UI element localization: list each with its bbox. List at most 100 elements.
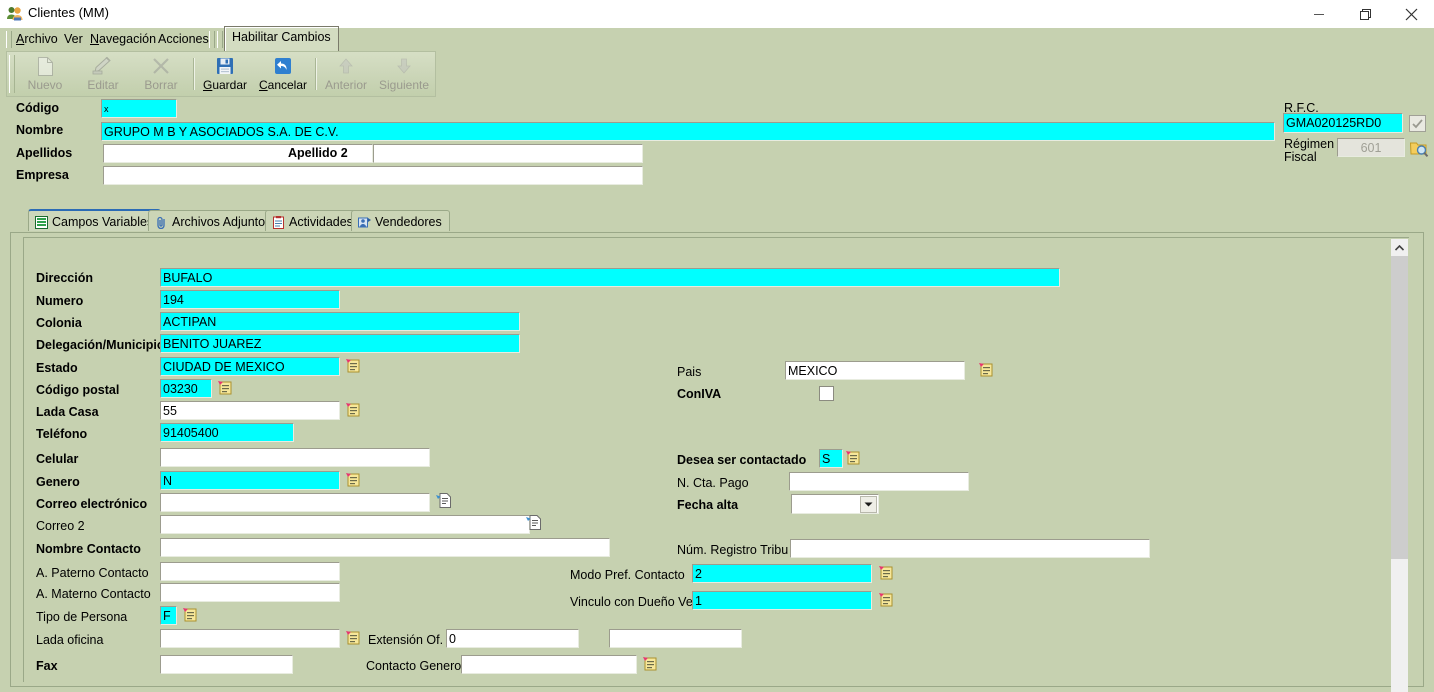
nombre-input[interactable]: GRUPO M B Y ASOCIADOS S.A. DE C.V. xyxy=(101,122,1275,141)
modo-pref-contacto-input[interactable]: 2 xyxy=(692,564,872,583)
lada-casa-lookup-icon[interactable] xyxy=(346,402,363,418)
sales-person-icon xyxy=(358,216,371,229)
vinculo-con-dueno-ve-input[interactable]: 1 xyxy=(692,591,872,610)
fax-input[interactable] xyxy=(160,655,293,674)
grid-table-icon xyxy=(35,215,48,229)
desea-ser-contactado-lookup-icon[interactable] xyxy=(846,450,863,466)
pais-input[interactable]: MEXICO xyxy=(785,361,965,380)
tab-strip: Campos Variables Archivos Adjuntos Activ… xyxy=(10,209,1424,232)
codigo-input[interactable]: x xyxy=(101,99,177,118)
colonia-label: Colonia xyxy=(36,316,82,330)
estado-input[interactable]: CIUDAD DE MEXICO xyxy=(160,357,340,376)
lada-oficina-lookup-icon[interactable] xyxy=(346,630,363,646)
toolbar-grip[interactable] xyxy=(9,55,15,93)
tab-vendedores[interactable]: Vendedores xyxy=(351,210,450,231)
editar-button[interactable]: Editar xyxy=(75,54,131,94)
numero-input[interactable]: 194 xyxy=(160,290,340,309)
undo-arrow-icon xyxy=(255,55,311,77)
correo-electronico-input[interactable] xyxy=(160,493,430,512)
tipo-de-persona-input[interactable]: F xyxy=(160,606,177,625)
vinculo-con-dueno-ve-lookup-icon[interactable] xyxy=(879,592,896,608)
minimize-icon[interactable] xyxy=(1296,0,1342,28)
telefono-input[interactable]: 91405400 xyxy=(160,423,294,442)
contacto-genero-label: Contacto Genero xyxy=(366,659,462,673)
extra-office-input[interactable] xyxy=(609,629,742,648)
num-registro-tribu-input[interactable] xyxy=(790,539,1150,558)
delete-x-icon xyxy=(133,55,189,77)
menu-ver[interactable]: Ver xyxy=(64,32,83,46)
clients-icon xyxy=(6,5,24,23)
tab-campos-variables[interactable]: Campos Variables xyxy=(28,209,162,231)
nombre-contacto-input[interactable] xyxy=(160,538,610,557)
a-materno-contacto-input[interactable] xyxy=(160,583,340,602)
genero-input[interactable]: N xyxy=(160,471,340,490)
scrollbar-thumb[interactable] xyxy=(1391,256,1408,559)
menu-archivo[interactable]: Archivo xyxy=(16,32,58,46)
cancelar-button[interactable]: Cancelar xyxy=(255,54,311,94)
correo-2-input[interactable] xyxy=(160,515,530,534)
desea-ser-contactado-input[interactable]: S xyxy=(819,449,843,468)
codigo-label: Código xyxy=(16,101,60,115)
siguiente-button[interactable]: Siguiente xyxy=(376,54,432,94)
campos-variables-panel: Dirección BUFALO Numero 194 Colonia ACTI… xyxy=(10,232,1424,692)
vertical-scrollbar[interactable] xyxy=(1391,239,1408,692)
tipo-de-persona-lookup-icon[interactable] xyxy=(183,607,200,623)
delegacion-municipio-input[interactable]: BENITO JUAREZ xyxy=(160,334,520,353)
contacto-genero-lookup-icon[interactable] xyxy=(643,656,660,672)
empresa-label: Empresa xyxy=(16,168,69,182)
fecha-alta-label: Fecha alta xyxy=(677,498,739,512)
estado-lookup-icon[interactable] xyxy=(346,358,363,374)
apellido2-input[interactable] xyxy=(373,144,643,163)
modo-pref-contacto-lookup-icon[interactable] xyxy=(879,565,896,581)
n-cta-pago-input[interactable] xyxy=(789,472,969,491)
nuevo-button[interactable]: Nuevo xyxy=(17,54,73,94)
menu-drag-grip[interactable] xyxy=(6,31,12,48)
lada-oficina-input[interactable] xyxy=(160,629,340,648)
a-paterno-contacto-input[interactable] xyxy=(160,562,340,581)
lada-casa-input[interactable]: 55 xyxy=(160,401,340,420)
menu-navegacion[interactable]: Navegación xyxy=(90,32,156,46)
window-title: Clientes (MM) xyxy=(28,5,109,20)
celular-input[interactable] xyxy=(160,448,430,467)
restore-icon[interactable] xyxy=(1342,0,1388,28)
clipboard-icon xyxy=(272,215,285,229)
chevron-down-icon[interactable] xyxy=(860,496,877,513)
apellido2-label: Apellido 2 xyxy=(288,146,348,160)
title-bar: Clientes (MM) xyxy=(0,0,1434,28)
editar-label: Editar xyxy=(87,78,119,92)
habilitar-cambios-button[interactable]: Habilitar Cambios xyxy=(224,26,339,52)
borrar-button[interactable]: Borrar xyxy=(133,54,189,94)
folder-search-icon[interactable] xyxy=(1409,139,1429,159)
colonia-input[interactable]: ACTIPAN xyxy=(160,312,520,331)
codigo-postal-lookup-icon[interactable] xyxy=(218,380,235,396)
empresa-input[interactable] xyxy=(103,166,643,185)
extension-of-input[interactable]: 0 xyxy=(446,629,579,648)
send-mail-icon[interactable] xyxy=(436,492,453,509)
arrow-down-icon xyxy=(376,55,432,77)
toolbar-drag-grip-2[interactable] xyxy=(217,31,223,48)
nombre-contacto-label: Nombre Contacto xyxy=(36,542,141,556)
telefono-label: Teléfono xyxy=(36,427,88,441)
pais-lookup-icon[interactable] xyxy=(979,362,996,378)
rfc-checkbox[interactable] xyxy=(1409,115,1426,132)
codigo-postal-input[interactable]: 03230 xyxy=(160,379,212,398)
modo-pref-contacto-label: Modo Pref. Contacto xyxy=(570,568,685,582)
direccion-input[interactable]: BUFALO xyxy=(160,268,1060,287)
lada-oficina-label: Lada oficina xyxy=(36,633,104,647)
anterior-button[interactable]: Anterior xyxy=(318,54,374,94)
guardar-button[interactable]: Guardar xyxy=(197,54,253,94)
a-paterno-contacto-label: A. Paterno Contacto xyxy=(36,566,149,580)
menu-acciones[interactable]: Acciones xyxy=(158,32,209,46)
fecha-alta-combobox[interactable] xyxy=(791,494,879,514)
send-mail-icon-2[interactable] xyxy=(526,514,543,531)
coniva-checkbox[interactable] xyxy=(819,386,834,401)
tab-archivos-adjuntos[interactable]: Archivos Adjuntos xyxy=(148,210,280,231)
rfc-input[interactable]: GMA020125RD0 xyxy=(1283,113,1403,133)
toolbar-drag-grip-1[interactable] xyxy=(209,31,215,48)
tab-actividades[interactable]: Actividades xyxy=(265,210,361,231)
tab-archivos-adjuntos-label: Archivos Adjuntos xyxy=(172,215,272,229)
chevron-up-icon[interactable] xyxy=(1391,239,1408,256)
close-icon[interactable] xyxy=(1388,0,1434,28)
genero-lookup-icon[interactable] xyxy=(346,472,363,488)
contacto-genero-input[interactable] xyxy=(461,655,637,674)
